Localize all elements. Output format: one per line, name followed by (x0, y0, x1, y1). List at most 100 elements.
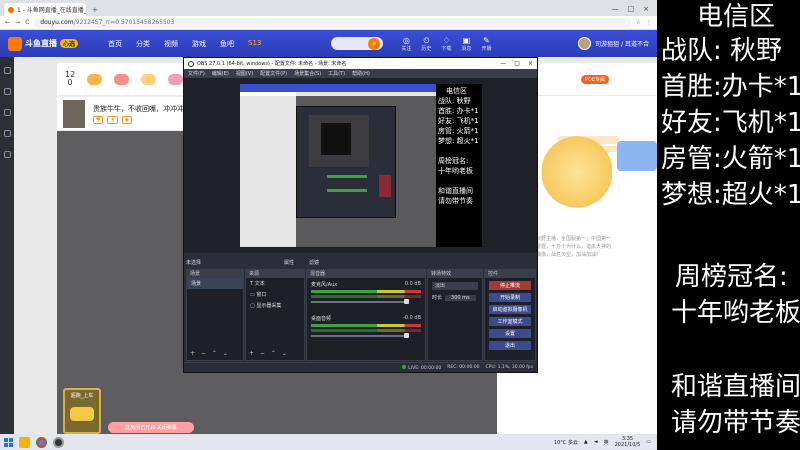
sidebar-home-icon[interactable] (3, 67, 11, 74)
source-label: 窗口 (256, 292, 267, 298)
nested-meter (327, 175, 367, 178)
minimize-button[interactable]: — (612, 5, 619, 13)
settings-button[interactable]: 设置 (489, 329, 531, 338)
properties-button[interactable]: 属性 (284, 259, 294, 266)
douyu-favicon-icon (8, 6, 14, 13)
ime-indicator[interactable]: 英 (604, 439, 609, 446)
anchor-avatar[interactable] (63, 99, 85, 128)
user-menu[interactable]: 司游狙狙 / 耳道不合 (578, 37, 649, 50)
tag[interactable]: ◆ (121, 115, 132, 124)
weather-widget[interactable]: 10°C 多云 (554, 439, 578, 446)
nav-games[interactable]: 游戏 (192, 39, 206, 49)
duration-input[interactable]: 300 ms (445, 295, 476, 301)
fans-icon[interactable] (168, 73, 184, 85)
volume-slider[interactable] (311, 333, 409, 338)
new-tab-button[interactable]: + (92, 6, 98, 14)
message-button[interactable]: ▣ 消息 (461, 36, 471, 52)
sidebar-category-icon[interactable] (3, 109, 11, 116)
network-icon[interactable]: ▲ (584, 439, 588, 445)
chat-banner[interactable] (617, 141, 657, 171)
menu-help[interactable]: 帮助(H) (352, 70, 370, 77)
nav-yuba[interactable]: 鱼吧 (220, 39, 234, 49)
sources-title: 来源 (246, 270, 304, 278)
filters-button[interactable]: 滤镜 (309, 259, 319, 266)
chat-badge[interactable]: POE专属 (580, 74, 609, 84)
start-recording-button[interactable]: 开始录制 (489, 293, 531, 302)
studio-mode-button[interactable]: 工作室模式 (489, 317, 531, 326)
tag[interactable]: ♥ (93, 115, 104, 124)
live-indicator-icon (402, 364, 407, 369)
address-bar: ← → C douyu.com/9212457_rr=0.57015458265… (0, 16, 657, 30)
menu-view[interactable]: 视图(V) (236, 70, 253, 77)
sidebar-video-icon[interactable] (3, 130, 11, 137)
notification-icon[interactable]: ▭ (646, 439, 651, 445)
virtual-camera-button[interactable]: 启动虚拟摄像机 (489, 305, 531, 314)
transition-select[interactable]: 淡出 (432, 282, 478, 290)
preview-browser-capture (240, 84, 436, 247)
golive-button[interactable]: ✎ 开播 (481, 36, 491, 52)
exit-button[interactable]: 退出 (489, 341, 531, 350)
history-button[interactable]: ⏲ 历史 (421, 36, 431, 52)
menu-file[interactable]: 文件(F) (188, 70, 205, 77)
windows-start-icon[interactable] (4, 437, 13, 447)
window-controls: — □ × (612, 5, 658, 16)
logo-text: 斗鱼直播 (25, 39, 57, 48)
follow-button[interactable]: ◎ 关注 (401, 36, 411, 52)
gift-box-icon[interactable] (114, 73, 130, 85)
source-item-text[interactable]: T 文本 (246, 278, 304, 289)
obs-taskbar-icon[interactable] (53, 436, 64, 448)
volume-icon[interactable]: ◄ (594, 439, 598, 445)
nav-home[interactable]: 首页 (108, 39, 122, 49)
obs-menubar: 文件(F) 编辑(E) 视图(V) 配置文件(P) 场景集合(S) 工具(T) … (184, 69, 537, 78)
douyu-logo[interactable]: 斗鱼直播 心选 (8, 36, 79, 51)
stop-streaming-button[interactable]: 停止推流 (489, 281, 531, 290)
obs-maximize-button[interactable]: □ (514, 60, 520, 67)
maximize-button[interactable]: □ (628, 5, 635, 13)
chrome-icon[interactable] (36, 436, 47, 448)
download-button[interactable]: ♢ 下载 (441, 36, 451, 52)
search-icon[interactable]: ⌕ (368, 37, 381, 50)
forward-icon[interactable]: → (15, 19, 20, 26)
menu-profile[interactable]: 配置文件(P) (260, 70, 287, 77)
search-input[interactable]: ⌕ (331, 37, 384, 50)
close-window-button[interactable]: × (643, 5, 649, 13)
preview-line: 首胜: 办卡*1 (438, 107, 479, 115)
follow-label: 关注 (401, 45, 412, 52)
source-item-display[interactable]: ▢ 显示器采集 (246, 300, 304, 311)
sources-footer-buttons[interactable]: + − ⌃ ⌄ (249, 350, 289, 357)
preview-line: 请勿带节奏 (438, 197, 473, 205)
obs-preview[interactable]: 电信区 战队: 秋野 首胜: 办卡*1 好友: 飞机*1 房管: 火箭*1 梦想… (184, 78, 537, 253)
message-label: 消息 (461, 45, 472, 52)
menu-edit[interactable]: 编辑(E) (212, 70, 229, 77)
tag[interactable]: ★ (107, 115, 118, 124)
file-explorer-icon[interactable] (19, 436, 30, 448)
obs-minimize-button[interactable]: — (500, 60, 506, 67)
menu-scene-collection[interactable]: 场景集合(S) (294, 70, 321, 77)
volume-slider[interactable] (311, 299, 409, 304)
activity-icon[interactable] (87, 73, 103, 85)
browser-menu-icon[interactable]: ⋮ (646, 19, 652, 26)
sidebar-follow-icon[interactable] (3, 88, 11, 95)
barrage-toggle-button[interactable]: 此房间已开启·关闭弹幕 (108, 422, 194, 433)
clock[interactable]: 3:35 2021/10/5 (615, 436, 641, 448)
sidebar-game-icon[interactable] (3, 151, 11, 158)
avatar[interactable] (578, 37, 592, 50)
bookmark-star-icon[interactable]: ☆ (636, 19, 641, 26)
menu-tools[interactable]: 工具(T) (328, 70, 345, 77)
source-item-window[interactable]: ▭ 窗口 (246, 289, 304, 300)
reload-icon[interactable]: C (25, 19, 29, 26)
scenes-footer-buttons[interactable]: + − ⌃ ⌄ (190, 350, 230, 357)
overlay-notice-2: 请勿带节奏 (671, 408, 800, 438)
url-input[interactable]: douyu.com/9212457_rr=0.57015458265503 (34, 17, 631, 28)
browser-tab[interactable]: 1 - 斗鱼网直播_在线直播_斗... × (4, 3, 86, 16)
browser-window: 1 - 斗鱼网直播_在线直播_斗... × + — □ × ← → C douy… (0, 0, 657, 450)
obs-close-button[interactable]: × (528, 60, 533, 67)
back-icon[interactable]: ← (5, 19, 10, 26)
nav-category[interactable]: 分类 (136, 39, 150, 49)
tab-strip: 1 - 斗鱼网直播_在线直播_斗... × + — □ × (0, 0, 657, 16)
task-icon[interactable] (141, 73, 157, 85)
nav-s13[interactable]: S13 (248, 39, 261, 49)
scene-item[interactable]: 场景 (187, 278, 243, 289)
gift-card[interactable]: 超跑_上车 (63, 388, 101, 434)
nav-video[interactable]: 视频 (164, 39, 178, 49)
